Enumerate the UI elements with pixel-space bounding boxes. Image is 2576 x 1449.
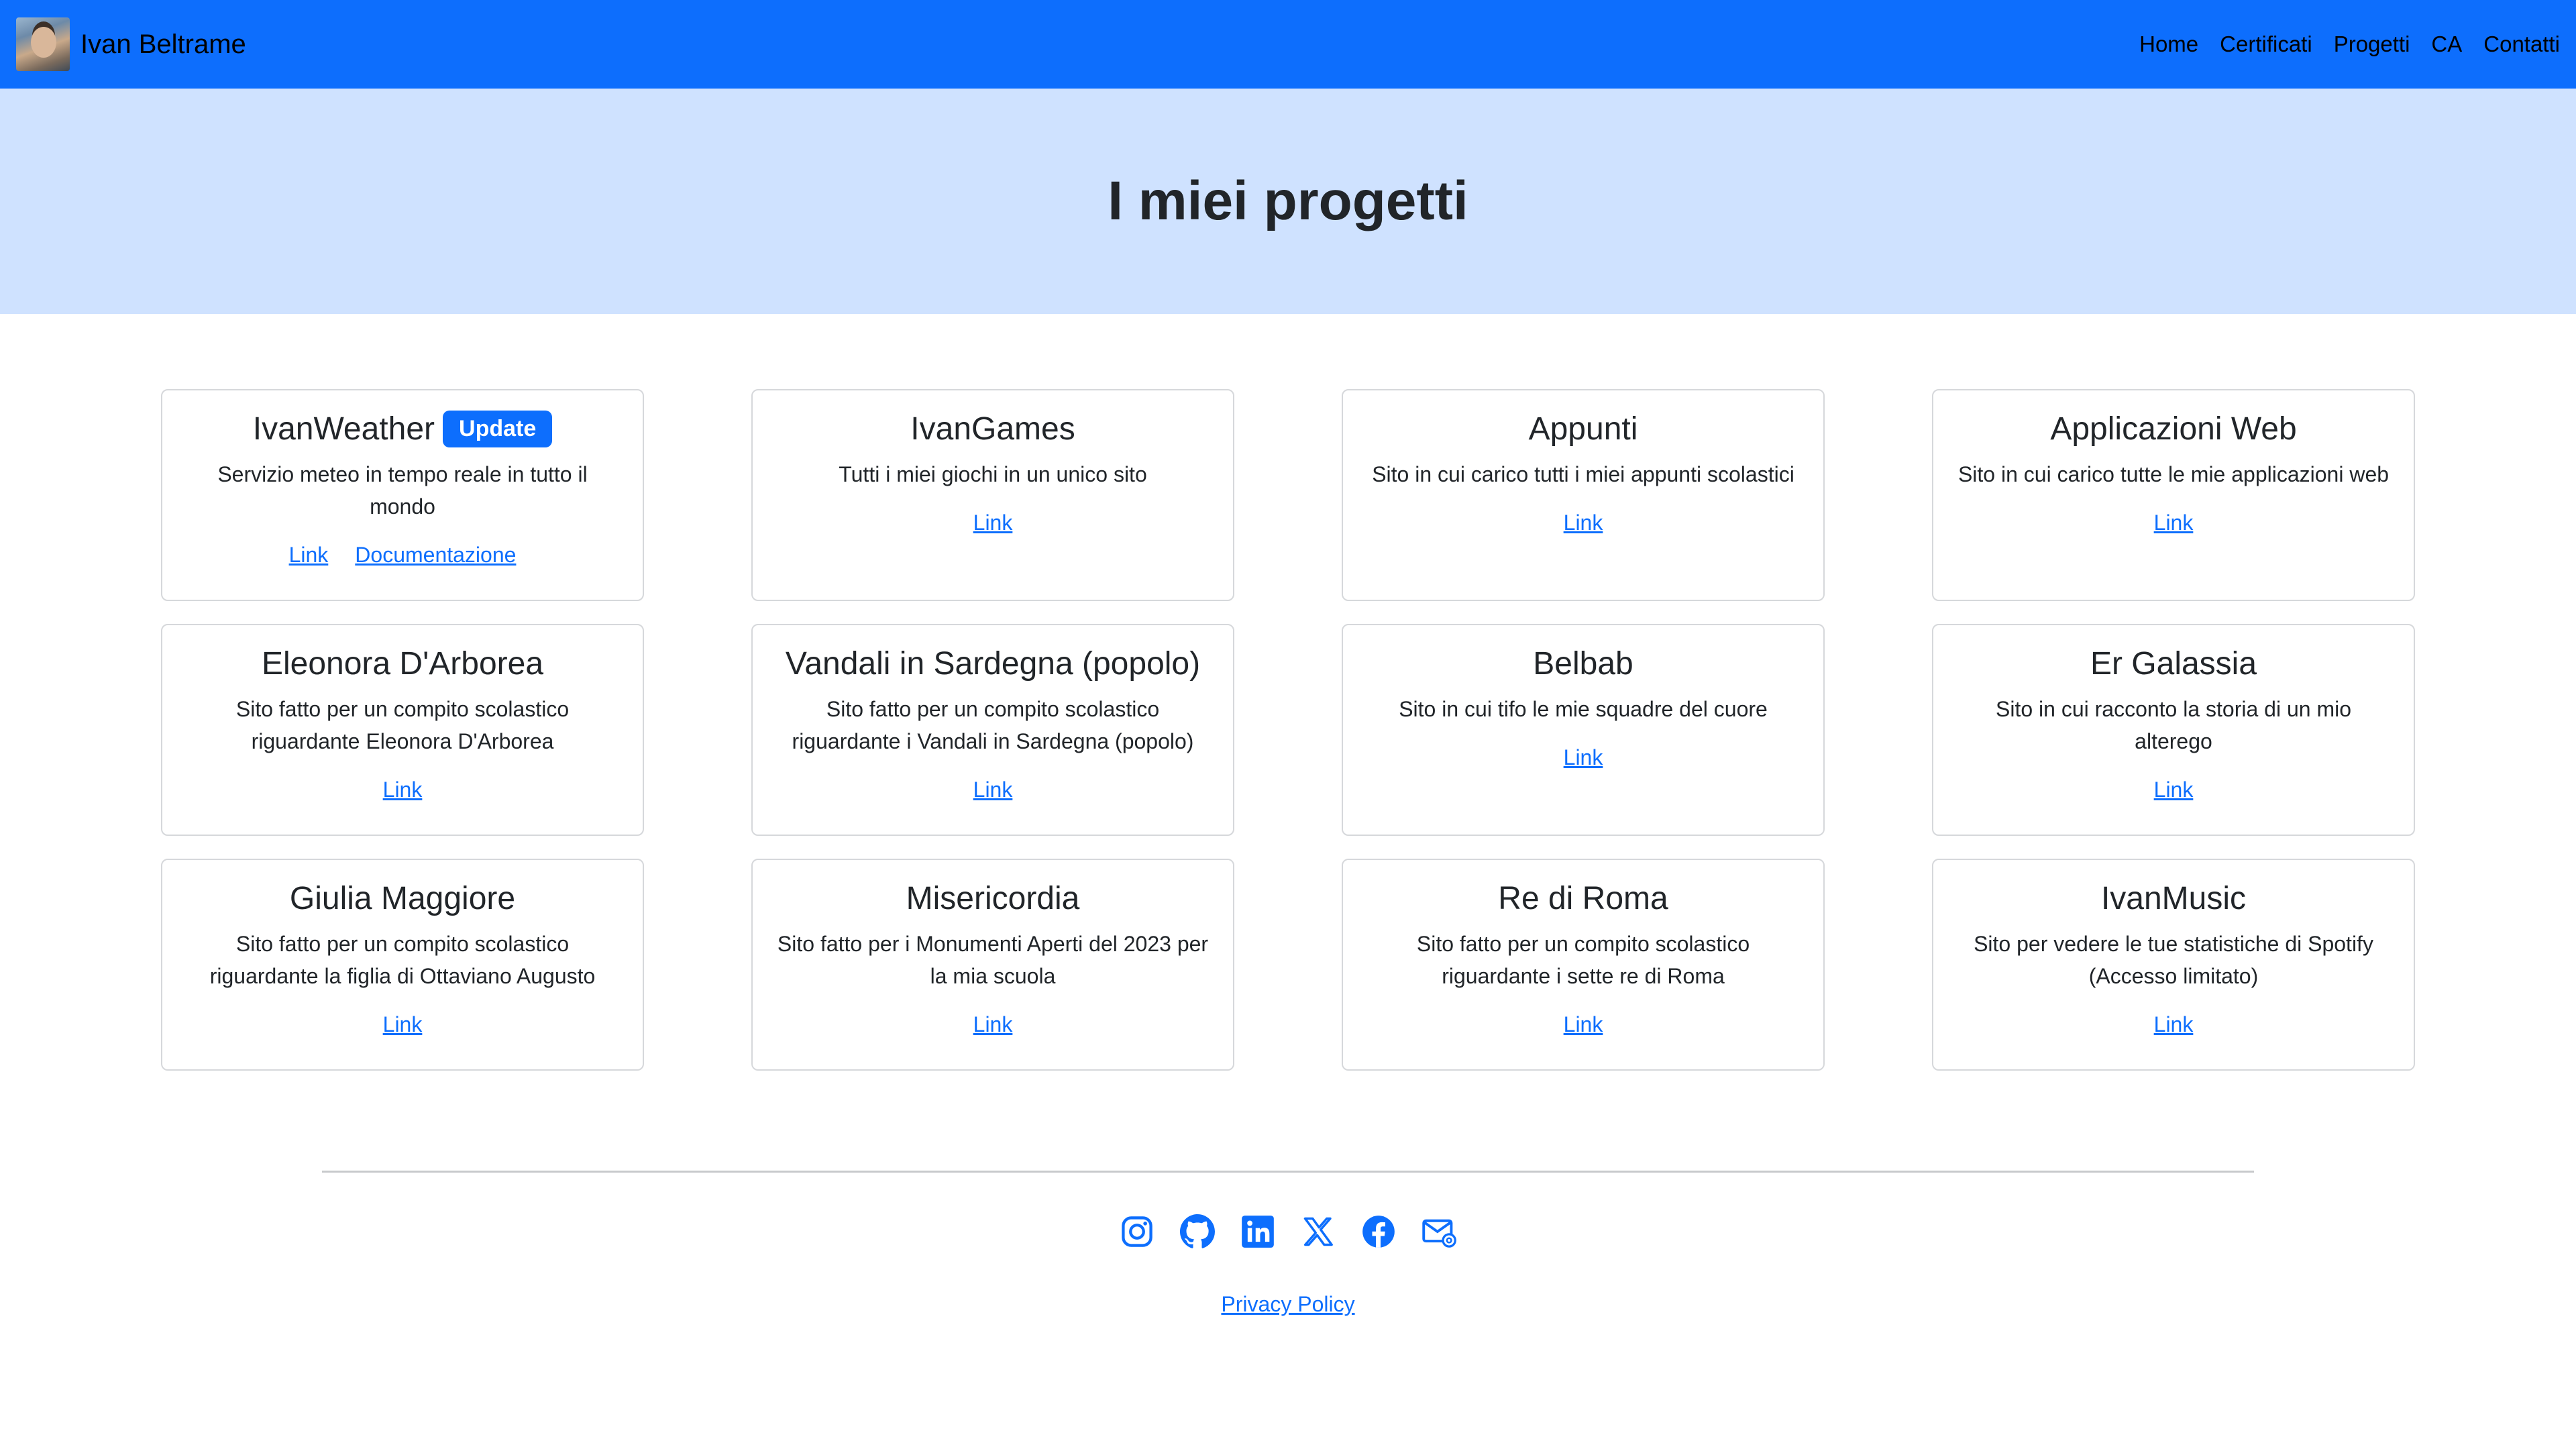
project-title: IvanWeather Update	[253, 411, 553, 447]
project-card: Vandali in Sardegna (popolo) Sito fatto …	[751, 624, 1234, 836]
project-links: Link	[2154, 777, 2194, 802]
project-card: Eleonora D'Arborea Sito fatto per un com…	[161, 624, 644, 836]
footer: Privacy Policy	[322, 1171, 2254, 1317]
navbar: Ivan Beltrame Home Certificati Progetti …	[0, 0, 2576, 89]
project-title: Applicazioni Web	[2050, 411, 2297, 447]
project-description: Tutti i miei giochi in un unico sito	[839, 462, 1147, 486]
privacy-policy-link[interactable]: Privacy Policy	[1221, 1292, 1354, 1316]
project-links: Link	[2154, 511, 2194, 535]
project-links: Link	[973, 511, 1013, 535]
nav-home[interactable]: Home	[2139, 32, 2198, 57]
project-description: Sito fatto per i Monumenti Aperti del 20…	[777, 932, 1209, 988]
project-link[interactable]: Link	[1564, 511, 1603, 535]
project-title: IvanMusic	[2100, 881, 2247, 916]
project-title: Re di Roma	[1498, 881, 1668, 916]
project-card: Giulia Maggiore Sito fatto per un compit…	[161, 859, 644, 1071]
project-title-text: IvanWeather	[252, 411, 435, 447]
project-link[interactable]: Link	[383, 777, 423, 802]
project-link[interactable]: Link	[973, 777, 1013, 802]
email-icon[interactable]	[1421, 1214, 1456, 1249]
project-card: IvanGames Tutti i miei giochi in un unic…	[751, 389, 1234, 601]
project-title: Appunti	[1528, 411, 1638, 447]
project-links: Link	[383, 777, 423, 802]
project-card: Er Galassia Sito in cui racconto la stor…	[1932, 624, 2415, 836]
project-link[interactable]: Link	[2154, 777, 2194, 802]
project-title: Giulia Maggiore	[289, 881, 516, 916]
project-card: Belbab Sito in cui tifo le mie squadre d…	[1342, 624, 1825, 836]
project-links: Link	[973, 1012, 1013, 1037]
hero: I miei progetti	[0, 89, 2576, 314]
project-title: Eleonora D'Arborea	[261, 646, 544, 682]
project-description: Sito in cui racconto la storia di un mio…	[1995, 697, 2352, 753]
project-links: Link Documentazione	[289, 543, 517, 568]
social-links	[322, 1214, 2254, 1249]
project-description: Sito fatto per un compito scolastico rig…	[1416, 932, 1750, 988]
project-link[interactable]: Link	[973, 1012, 1013, 1037]
x-icon[interactable]	[1301, 1214, 1336, 1249]
project-card: IvanMusic Sito per vedere le tue statist…	[1932, 859, 2415, 1071]
nav-contatti[interactable]: Contatti	[2483, 32, 2560, 57]
project-card: Re di Roma Sito fatto per un compito sco…	[1342, 859, 1825, 1071]
brand-name: Ivan Beltrame	[80, 29, 246, 59]
project-link[interactable]: Link	[383, 1012, 423, 1037]
project-description: Sito per vedere le tue statistiche di Sp…	[1974, 932, 2373, 988]
nav-progetti[interactable]: Progetti	[2334, 32, 2410, 57]
project-docs-link[interactable]: Documentazione	[355, 543, 516, 568]
project-link[interactable]: Link	[973, 511, 1013, 535]
brand[interactable]: Ivan Beltrame	[16, 17, 246, 71]
project-card: IvanWeather Update Servizio meteo in tem…	[161, 389, 644, 601]
project-description: Sito fatto per un compito scolastico rig…	[792, 697, 1194, 753]
project-links: Link	[383, 1012, 423, 1037]
project-description: Sito fatto per un compito scolastico rig…	[235, 697, 570, 753]
avatar	[16, 17, 70, 71]
project-links: Link	[2154, 1012, 2194, 1037]
facebook-icon[interactable]	[1361, 1214, 1396, 1249]
project-title: Belbab	[1533, 646, 1633, 682]
footer-divider	[322, 1171, 2254, 1173]
project-link[interactable]: Link	[1564, 1012, 1603, 1037]
project-link[interactable]: Link	[1564, 745, 1603, 770]
update-badge: Update	[443, 411, 553, 447]
project-card: Applicazioni Web Sito in cui carico tutt…	[1932, 389, 2415, 601]
projects-grid: IvanWeather Update Servizio meteo in tem…	[161, 389, 2415, 1071]
project-title: Vandali in Sardegna (popolo)	[785, 646, 1201, 682]
project-links: Link	[973, 777, 1013, 802]
linkedin-icon[interactable]	[1240, 1214, 1275, 1249]
project-description: Sito in cui carico tutti i miei appunti …	[1372, 462, 1794, 486]
nav-ca[interactable]: CA	[2431, 32, 2462, 57]
nav-certificati[interactable]: Certificati	[2220, 32, 2312, 57]
project-description: Sito fatto per un compito scolastico rig…	[209, 932, 596, 988]
project-description: Servizio meteo in tempo reale in tutto i…	[217, 462, 588, 519]
project-links: Link	[1564, 511, 1603, 535]
page-title: I miei progetti	[1108, 170, 1468, 231]
project-link[interactable]: Link	[2154, 1012, 2194, 1037]
project-title: Er Galassia	[2090, 646, 2257, 682]
project-card: Appunti Sito in cui carico tutti i miei …	[1342, 389, 1825, 601]
project-link[interactable]: Link	[2154, 511, 2194, 535]
project-description: Sito in cui carico tutte le mie applicaz…	[1957, 462, 2390, 486]
project-links: Link	[1564, 1012, 1603, 1037]
project-link[interactable]: Link	[289, 543, 329, 568]
instagram-icon[interactable]	[1120, 1214, 1155, 1249]
project-title: IvanGames	[910, 411, 1075, 447]
project-card: Misericordia Sito fatto per i Monumenti …	[751, 859, 1234, 1071]
github-icon[interactable]	[1180, 1214, 1215, 1249]
project-links: Link	[1564, 745, 1603, 770]
project-title: Misericordia	[906, 881, 1080, 916]
project-description: Sito in cui tifo le mie squadre del cuor…	[1399, 697, 1768, 721]
nav-links: Home Certificati Progetti CA Contatti	[2139, 32, 2560, 57]
privacy-row: Privacy Policy	[322, 1292, 2254, 1317]
